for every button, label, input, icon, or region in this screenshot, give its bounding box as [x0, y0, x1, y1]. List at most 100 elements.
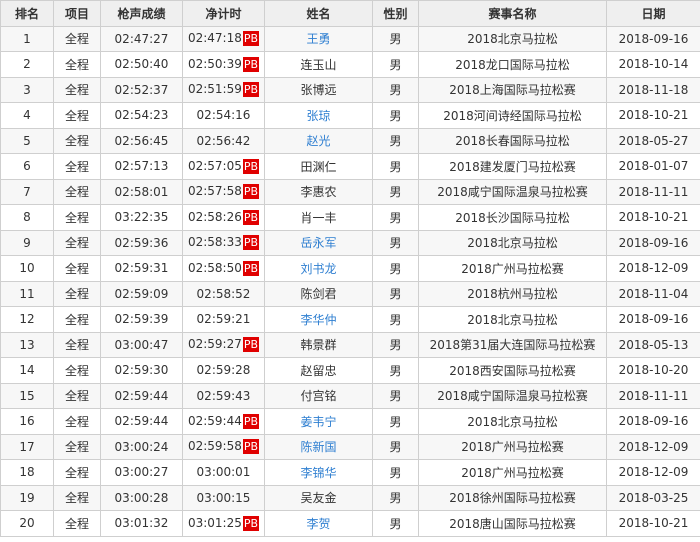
cell-net-time: 02:58:52 — [182, 280, 265, 307]
cell-net-time: 02:59:21 — [182, 306, 265, 333]
cell-rank: 13 — [0, 331, 54, 358]
runner-name: 付宫铭 — [300, 389, 337, 404]
cell-event: 全程 — [53, 510, 101, 537]
header-event: 项目 — [53, 0, 101, 27]
cell-date: 2018-10-20 — [606, 357, 700, 384]
cell-race: 2018第31届大连国际马拉松赛 — [418, 331, 607, 358]
table-row: 14 全程 02:59:30 02:59:28 赵留忠 男 2018西安国际马拉松赛 2018… — [0, 357, 700, 384]
net-time-value: 02:58:52 — [196, 286, 251, 301]
runner-name-link[interactable]: 岳永军 — [300, 236, 336, 250]
net-time-value: 02:56:42 — [196, 133, 251, 148]
net-time-value: 03:00:15 — [196, 490, 251, 505]
pb-badge: PB — [242, 158, 260, 174]
runner-name-link[interactable]: 姜韦宁 — [300, 415, 336, 429]
net-time-value: 02:58:26 — [187, 209, 242, 224]
cell-event: 全程 — [53, 127, 101, 154]
cell-gender: 男 — [372, 306, 419, 333]
net-time-value: 02:58:33 — [187, 235, 242, 250]
cell-race: 2018河间诗经国际马拉松 — [418, 102, 607, 129]
cell-name: 陈剑君 — [264, 280, 373, 307]
pb-badge: PB — [242, 235, 260, 251]
runner-name-link[interactable]: 李贺 — [306, 517, 330, 531]
cell-rank: 19 — [0, 484, 54, 511]
cell-rank: 11 — [0, 280, 54, 307]
cell-gun-time: 03:00:27 — [100, 459, 183, 486]
pb-badge: PB — [242, 413, 260, 429]
pb-badge: PB — [242, 56, 260, 72]
cell-name: 赵留忠 — [264, 357, 373, 384]
net-time-value: 02:51:59 — [187, 82, 242, 97]
cell-date: 2018-10-21 — [606, 102, 700, 129]
cell-gun-time: 02:50:40 — [100, 51, 183, 78]
runner-name: 田渊仁 — [300, 159, 337, 174]
cell-rank: 8 — [0, 204, 54, 231]
table-row: 9 全程 02:59:36 02:58:33 PB 岳永军男 2018北京马拉松 2018-0… — [0, 229, 700, 256]
runner-name-link[interactable]: 张琼 — [306, 109, 330, 123]
cell-event: 全程 — [53, 25, 101, 52]
cell-gender: 男 — [372, 331, 419, 358]
cell-gun-time: 03:00:28 — [100, 484, 183, 511]
cell-name: 岳永军 — [264, 229, 373, 256]
cell-race: 2018广州马拉松赛 — [418, 255, 607, 282]
header-rank: 排名 — [0, 0, 54, 27]
runner-name: 陈剑君 — [300, 287, 337, 302]
cell-date: 2018-09-16 — [606, 25, 700, 52]
table-row: 20 全程 03:01:32 03:01:25 PB 李贺男 2018唐山国际马拉松赛 201… — [0, 510, 700, 537]
runner-name-link[interactable]: 赵光 — [306, 134, 330, 148]
runner-name-link[interactable]: 李锦华 — [300, 466, 336, 480]
cell-race: 2018杭州马拉松 — [418, 280, 607, 307]
table-row: 7 全程 02:58:01 02:57:58 PB 李惠农男 2018咸宁国际温泉马拉松赛 2… — [0, 178, 700, 205]
net-time-value: 03:00:01 — [196, 465, 251, 480]
cell-race: 2018龙口国际马拉松 — [418, 51, 607, 78]
cell-name: 李锦华 — [264, 459, 373, 486]
cell-gun-time: 02:54:23 — [100, 102, 183, 129]
cell-race: 2018上海国际马拉松赛 — [418, 76, 607, 103]
cell-net-time: 02:50:39 PB — [182, 51, 265, 78]
cell-name: 李惠农 — [264, 178, 373, 205]
cell-date: 2018-09-16 — [606, 306, 700, 333]
table-row: 5 全程 02:56:45 02:56:42 赵光 男 2018长春国际马拉松 2018-05… — [0, 127, 700, 154]
cell-race: 2018西安国际马拉松赛 — [418, 357, 607, 384]
cell-rank: 18 — [0, 459, 54, 486]
cell-event: 全程 — [53, 382, 101, 409]
cell-date: 2018-11-18 — [606, 76, 700, 103]
cell-rank: 4 — [0, 102, 54, 129]
table-row: 8 全程 03:22:35 02:58:26 PB 肖一丰男 2018长沙国际马拉松 2018… — [0, 204, 700, 231]
cell-rank: 6 — [0, 153, 54, 180]
cell-gun-time: 03:01:32 — [100, 510, 183, 537]
pb-badge: PB — [242, 515, 260, 531]
header-name: 姓名 — [264, 0, 373, 27]
table-row: 3 全程 02:52:37 02:51:59 PB 张博远男 2018上海国际马拉松赛 201… — [0, 76, 700, 103]
runner-name-link[interactable]: 陈新国 — [300, 440, 336, 454]
cell-gender: 男 — [372, 204, 419, 231]
cell-event: 全程 — [53, 280, 101, 307]
pb-badge: PB — [242, 82, 260, 98]
cell-rank: 20 — [0, 510, 54, 537]
net-time-value: 02:59:28 — [196, 363, 251, 378]
cell-gun-time: 02:58:01 — [100, 178, 183, 205]
pb-badge: PB — [242, 439, 260, 455]
cell-event: 全程 — [53, 255, 101, 282]
runner-name-link[interactable]: 王勇 — [306, 32, 330, 46]
runner-name: 张博远 — [300, 83, 337, 98]
cell-net-time: 02:57:05 PB — [182, 153, 265, 180]
runner-name-link[interactable]: 李华仲 — [300, 313, 336, 327]
cell-date: 2018-01-07 — [606, 153, 700, 180]
cell-gun-time: 02:59:36 — [100, 229, 183, 256]
cell-name: 李华仲 — [264, 306, 373, 333]
cell-name: 连玉山 — [264, 51, 373, 78]
cell-name: 姜韦宁 — [264, 408, 373, 435]
cell-rank: 9 — [0, 229, 54, 256]
cell-date: 2018-09-16 — [606, 229, 700, 256]
runner-name-link[interactable]: 刘书龙 — [300, 262, 336, 276]
cell-event: 全程 — [53, 408, 101, 435]
cell-race: 2018北京马拉松 — [418, 229, 607, 256]
cell-gender: 男 — [372, 178, 419, 205]
table-row: 2 全程 02:50:40 02:50:39 PB 连玉山男 2018龙口国际马拉松 2018… — [0, 51, 700, 78]
net-time-value: 02:59:43 — [196, 388, 251, 403]
cell-date: 2018-11-04 — [606, 280, 700, 307]
table-body: 1 全程 02:47:27 02:47:18 PB 王勇男 2018北京马拉松 2018-09… — [0, 25, 700, 537]
cell-gun-time: 03:00:47 — [100, 331, 183, 358]
cell-event: 全程 — [53, 178, 101, 205]
net-time-value: 02:47:18 — [187, 31, 242, 46]
